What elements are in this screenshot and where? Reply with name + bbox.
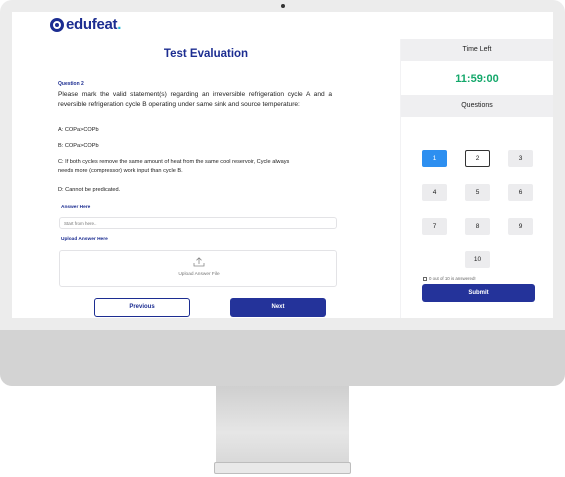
option-d: D: Cannot be predicated. <box>58 187 121 193</box>
sidebar-panel: Time Left 11:59:00 Questions 1 2 3 4 5 6… <box>401 39 553 318</box>
brand-dot: . <box>117 16 122 33</box>
previous-button[interactable]: Previous <box>94 298 190 317</box>
option-a: A: COPa>COPb <box>58 127 99 133</box>
checkbox-icon <box>423 276 427 281</box>
question-number: Question 2 <box>58 81 84 87</box>
next-button[interactable]: Next <box>230 298 326 317</box>
answered-text: 0 out of 10 is answered! <box>429 276 476 281</box>
page-title: Test Evaluation <box>163 48 249 60</box>
answer-label: Answer Here <box>61 205 91 210</box>
time-left-header: Time Left <box>401 39 553 61</box>
question-button-10[interactable]: 10 <box>465 251 490 268</box>
logo-icon <box>50 17 64 32</box>
upload-file-label: Upload Answer File <box>178 272 220 277</box>
question-button-6[interactable]: 6 <box>508 184 533 201</box>
screen: edufeat. Test Evaluation Question 2 Plea… <box>12 12 553 318</box>
upload-dropzone[interactable]: Upload Answer File <box>59 250 337 287</box>
question-button-1[interactable]: 1 <box>422 150 447 167</box>
option-c: C: If both cycles remove the same amount… <box>58 159 290 174</box>
answered-status: 0 out of 10 is answered! <box>423 276 476 281</box>
question-button-9[interactable]: 9 <box>508 218 533 235</box>
monitor-stand <box>216 386 349 464</box>
upload-label: Upload Answer Here <box>61 237 108 242</box>
monitor-stand-base <box>214 462 351 474</box>
monitor-chin <box>0 330 565 386</box>
question-button-4[interactable]: 4 <box>422 184 447 201</box>
option-b: B: COPa>COPb <box>58 143 99 149</box>
camera-dot <box>281 4 285 8</box>
question-button-2[interactable]: 2 <box>465 150 490 167</box>
brand-name: edufeat <box>66 16 118 33</box>
questions-header: Questions <box>401 95 553 117</box>
app-header: edufeat. <box>12 12 553 39</box>
answer-input[interactable] <box>59 217 337 229</box>
upload-icon <box>193 257 205 267</box>
countdown-timer: 11:59:00 <box>455 73 499 85</box>
question-text: Please mark the valid statement(s) regar… <box>58 91 332 108</box>
question-button-7[interactable]: 7 <box>422 218 447 235</box>
monitor-frame: edufeat. Test Evaluation Question 2 Plea… <box>0 0 565 386</box>
question-button-8[interactable]: 8 <box>465 218 490 235</box>
question-panel: Test Evaluation Question 2 Please mark t… <box>12 39 400 318</box>
brand-logo[interactable]: edufeat. <box>50 16 121 33</box>
question-button-3[interactable]: 3 <box>508 150 533 167</box>
submit-button[interactable]: Submit <box>422 284 535 302</box>
question-button-5[interactable]: 5 <box>465 184 490 201</box>
